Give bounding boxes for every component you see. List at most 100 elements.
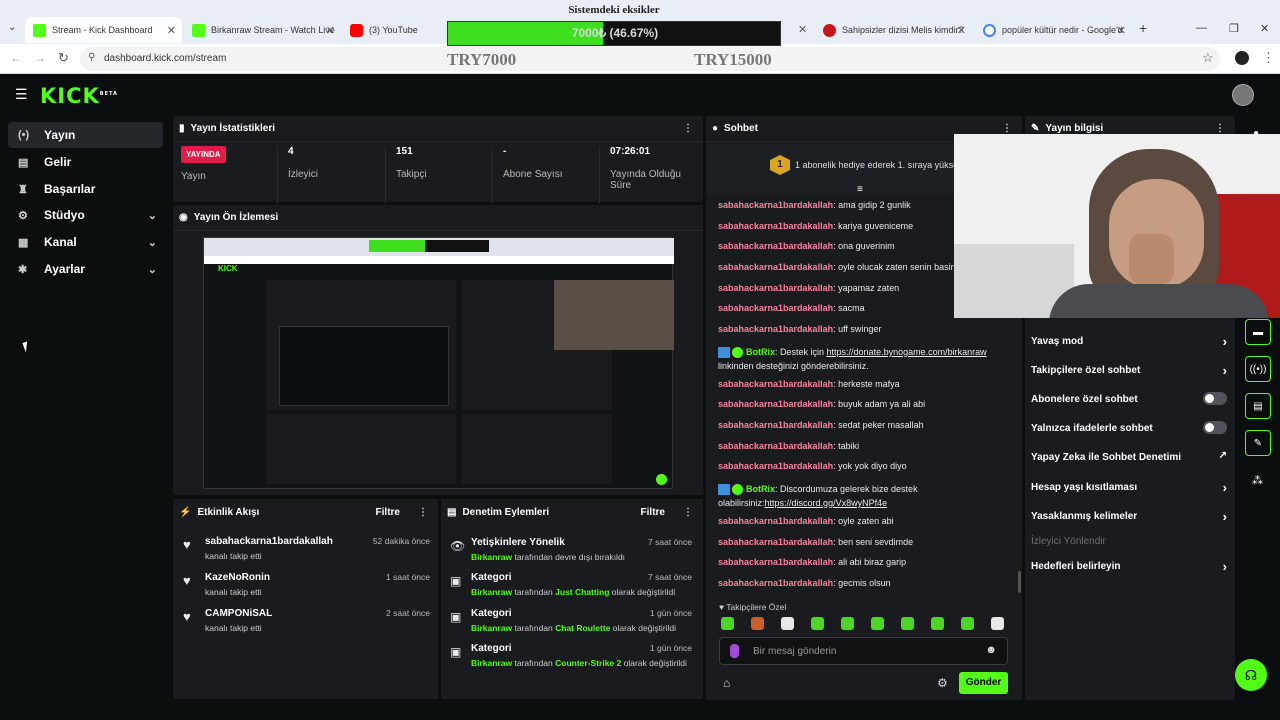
sidebar-item-yayin[interactable]: (•) Yayın (8, 122, 163, 148)
setting-row[interactable]: Yapay Zeka ile Sohbet Denetimi ↗ (1031, 450, 1227, 463)
emote-icon[interactable] (991, 617, 1004, 630)
emote-icon[interactable] (751, 617, 764, 630)
kebab-menu-icon[interactable]: ⋮ (418, 507, 428, 518)
sidebar-item-basarilar[interactable]: ♜ Başarılar (8, 176, 163, 202)
expand-icon[interactable]: ≡ (857, 184, 863, 195)
site-settings-icon[interactable]: ⚲ (88, 52, 95, 63)
tab-youtube[interactable]: (3) YouTube (342, 17, 447, 43)
close-icon[interactable]: ✕ (326, 24, 335, 37)
sidebar-item-gelir[interactable]: ▤ Gelir (8, 149, 163, 175)
forward-icon[interactable]: → (34, 51, 46, 65)
filter-button[interactable]: Filtre (376, 507, 400, 518)
setting-row[interactable]: Yasaklanmış kelimeler › (1031, 509, 1227, 524)
sidebar-item-studyo[interactable]: ⚙ Stüdyo ⌄ (8, 202, 163, 228)
close-icon[interactable]: ✕ (1117, 24, 1126, 37)
minimize-icon[interactable]: — (1196, 22, 1207, 34)
emote-icon[interactable] (811, 617, 824, 630)
setting-row[interactable]: Hesap yaşı kısıtlaması › (1031, 480, 1227, 495)
kebab-menu-icon[interactable]: ⋮ (1215, 123, 1225, 134)
chat-username[interactable]: sabahackarna1bardakallah (718, 578, 833, 588)
tab-birkanraw-stream[interactable]: Birkanraw Stream - Watch Live ✕ (184, 17, 341, 43)
chat-text: : yok yok diyo diyo (833, 461, 907, 471)
chat-username[interactable]: sabahackarna1bardakallah (718, 324, 833, 334)
emote-icon[interactable] (961, 617, 974, 630)
chat-username[interactable]: sabahackarna1bardakallah (718, 516, 833, 526)
sidebar-item-ayarlar[interactable]: ✱ Ayarlar ⌄ (8, 256, 163, 282)
gear-icon[interactable]: ⚙ (937, 676, 948, 690)
maximize-icon[interactable]: ❐ (1229, 22, 1239, 35)
emote-icon[interactable] (871, 617, 884, 630)
chat-username[interactable]: sabahackarna1bardakallah (718, 262, 833, 272)
tab-sahipsizler[interactable]: Sahipsizler dizisi Melis kimdir? ✕ (815, 17, 972, 43)
emote-icon[interactable] (721, 617, 734, 630)
emote-icon[interactable] (901, 617, 914, 630)
toggle-switch[interactable] (1203, 392, 1227, 405)
bookmark-star-icon[interactable]: ☆ (1202, 50, 1214, 66)
emote-icon[interactable] (781, 617, 794, 630)
close-icon[interactable]: ✕ (167, 24, 176, 37)
chat-username[interactable]: sabahackarna1bardakallah (718, 441, 833, 451)
store-icon[interactable]: ⌂ (723, 676, 730, 690)
chat-username[interactable]: sabahackarna1bardakallah (718, 200, 833, 210)
tab-google-search[interactable]: popüler kültür nedir - Google'd ✕ (975, 17, 1132, 43)
chat-toggle-button[interactable]: ▬ (1245, 319, 1271, 345)
support-chat-button[interactable]: ☊ (1235, 659, 1267, 691)
send-button[interactable]: Gönder (959, 672, 1008, 694)
setting-row[interactable]: Takipçilere özel sohbet › (1031, 363, 1227, 378)
tab-kick-dashboard[interactable]: Stream - Kick Dashboard ✕ (25, 17, 182, 43)
emoji-icon[interactable]: ☻ (985, 644, 997, 656)
back-icon[interactable]: ← (10, 51, 22, 65)
chat-username[interactable]: BotRix (746, 347, 775, 357)
more-tools-icon[interactable]: ⁂ (1252, 474, 1263, 487)
emote-icon[interactable] (841, 617, 854, 630)
info-icon[interactable]: ● (1253, 128, 1259, 139)
filter-button[interactable]: Filtre (641, 507, 665, 518)
microphone-icon[interactable] (730, 644, 739, 658)
broadcast-toggle-button[interactable]: ((•)) (1245, 356, 1271, 382)
hamburger-menu-icon[interactable]: ☰ (15, 86, 28, 103)
kick-logo[interactable]: KICKBETA (40, 84, 118, 108)
setting-row[interactable]: Yavaş mod › (1031, 334, 1227, 349)
layout-toggle-button[interactable]: ▤ (1245, 393, 1271, 419)
window-close-icon[interactable]: ✕ (1260, 22, 1269, 35)
chat-username[interactable]: sabahackarna1bardakallah (718, 461, 833, 471)
stream-preview-video[interactable]: KICK (203, 237, 674, 489)
emote-icon[interactable] (931, 617, 944, 630)
chat-text: : ben seni sevdimde (833, 537, 914, 547)
tab-list-icon[interactable]: ⌄ (8, 22, 16, 33)
close-icon[interactable]: ✕ (798, 23, 807, 36)
chat-username[interactable]: sabahackarna1bardakallah (718, 420, 833, 430)
setting-row[interactable]: İzleyici Yönlendir (1031, 536, 1227, 547)
kebab-menu-icon[interactable]: ⋮ (683, 123, 693, 134)
chat-scrollbar[interactable] (1018, 571, 1021, 593)
toggle-switch[interactable] (1203, 421, 1227, 434)
chat-username[interactable]: sabahackarna1bardakallah (718, 537, 833, 547)
chat-username[interactable]: sabahackarna1bardakallah (718, 303, 833, 313)
chat-link[interactable]: https://donate.bynogame.com/birkanraw (827, 347, 987, 357)
chat-link[interactable]: https://discord.gg/Vx8wyNPf4e (765, 498, 888, 508)
chat-text: : Destek için (775, 347, 827, 357)
reload-icon[interactable]: ↻ (58, 50, 69, 66)
tools-toggle-button[interactable]: ✎ (1245, 430, 1271, 456)
chat-username[interactable]: sabahackarna1bardakallah (718, 241, 833, 251)
chat-username[interactable]: sabahackarna1bardakallah (718, 221, 833, 231)
chat-username[interactable]: sabahackarna1bardakallah (718, 399, 833, 409)
new-tab-icon[interactable]: + (1139, 20, 1147, 36)
browser-menu-icon[interactable]: ⋮ (1262, 50, 1275, 66)
chat-username[interactable]: BotRix (746, 484, 775, 494)
kebab-menu-icon[interactable]: ⋮ (683, 507, 693, 518)
chat-input[interactable]: Bir mesaj gönderin ☻ (719, 637, 1008, 665)
setting-row[interactable]: Yalnızca ifadelerle sohbet (1031, 421, 1227, 434)
tab-title: Stream - Kick Dashboard (52, 25, 153, 35)
address-bar[interactable]: ⚲ dashboard.kick.com/stream (80, 47, 1220, 71)
setting-row[interactable]: Abonelere özel sohbet (1031, 392, 1227, 405)
close-icon[interactable]: ✕ (957, 24, 966, 37)
chat-username[interactable]: sabahackarna1bardakallah (718, 379, 833, 389)
setting-row[interactable]: Hedefleri belirleyin › (1031, 559, 1227, 574)
profile-avatar[interactable] (1235, 51, 1249, 65)
chat-username[interactable]: sabahackarna1bardakallah (718, 283, 833, 293)
sidebar-item-kanal[interactable]: ▦ Kanal ⌄ (8, 229, 163, 255)
kebab-menu-icon[interactable]: ⋮ (1002, 123, 1012, 134)
chat-username[interactable]: sabahackarna1bardakallah (718, 557, 833, 567)
user-avatar[interactable] (1232, 84, 1254, 106)
